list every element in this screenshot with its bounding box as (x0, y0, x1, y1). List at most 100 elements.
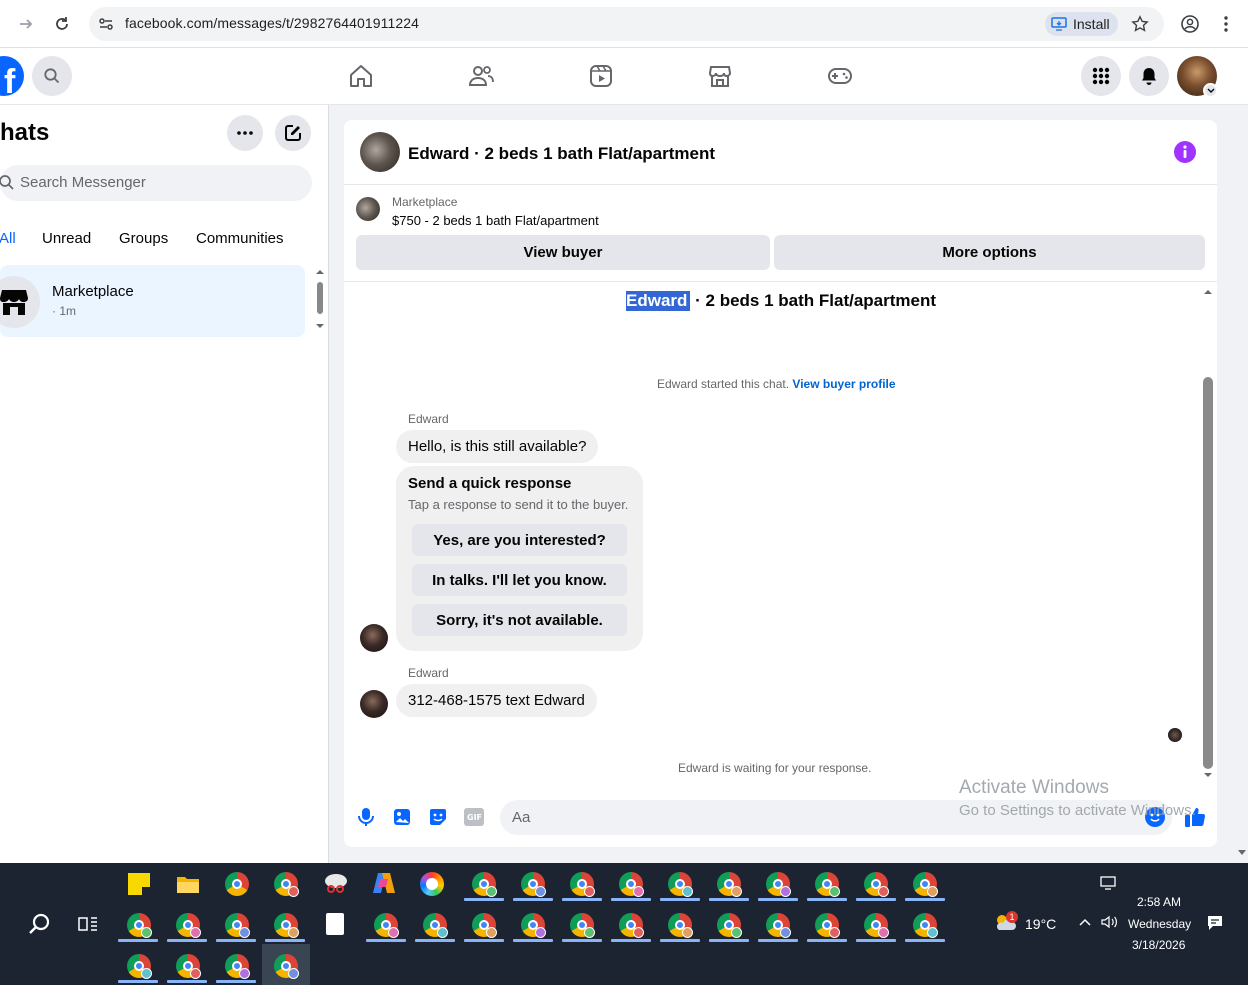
install-app-button[interactable]: Install (1045, 12, 1118, 36)
forward-icon[interactable] (14, 12, 38, 36)
chrome-profile-icon[interactable] (864, 913, 889, 938)
gaming-icon[interactable] (827, 63, 853, 89)
chrome-profile-icon[interactable] (521, 872, 546, 897)
new-message-icon[interactable] (275, 115, 311, 151)
chrome-profile-icon[interactable] (176, 954, 201, 979)
chrome-profile-icon[interactable] (570, 913, 595, 938)
menu-grid-icon[interactable] (1081, 56, 1121, 96)
message-bubble[interactable]: Hello, is this still available? (396, 430, 599, 463)
chrome-profile-icon[interactable] (717, 913, 742, 938)
sticky-notes-icon[interactable] (128, 873, 150, 895)
chevron-down-icon[interactable] (1203, 83, 1218, 98)
notifications-bell-icon[interactable] (1129, 56, 1169, 96)
chevron-up-icon[interactable] (1078, 917, 1092, 927)
sidebar-scrollbar[interactable] (315, 268, 325, 332)
chat-title[interactable]: Edward · 2 beds 1 bath Flat/apartment (408, 144, 715, 164)
notification-center-icon[interactable] (1207, 915, 1223, 931)
page-scroll-down-icon[interactable] (1238, 850, 1246, 856)
chrome-profile-icon[interactable] (521, 913, 546, 938)
home-icon[interactable] (348, 63, 374, 89)
message-sender: Edward (408, 666, 449, 680)
copilot-icon[interactable] (372, 872, 396, 894)
clock-date[interactable]: 3/18/2026 (1132, 938, 1185, 952)
chrome-profile-icon[interactable] (127, 954, 152, 979)
snipping-tool-icon[interactable] (323, 872, 349, 894)
browser-menu-icon[interactable] (1223, 15, 1229, 33)
chrome-profile-icon[interactable] (815, 872, 840, 897)
site-settings-icon[interactable] (97, 15, 115, 33)
chrome-profile-icon[interactable] (274, 872, 299, 897)
divider (344, 281, 1217, 282)
chrome-profile-icon[interactable] (619, 913, 644, 938)
microphone-icon[interactable] (357, 807, 375, 827)
running-indicator (758, 898, 798, 901)
chrome-profile-icon[interactable] (864, 872, 889, 897)
volume-icon[interactable] (1101, 915, 1119, 929)
chrome-profile-icon[interactable] (668, 913, 693, 938)
task-view-icon[interactable] (78, 914, 98, 934)
chrome-profile-icon[interactable] (815, 913, 840, 938)
image-icon[interactable] (393, 807, 411, 827)
clock-time[interactable]: 2:58 AM (1137, 895, 1181, 909)
chrome-profile-icon[interactable] (176, 913, 201, 938)
profile-icon[interactable] (1180, 14, 1200, 34)
chrome-profile-icon[interactable] (717, 872, 742, 897)
chrome-profile-icon[interactable] (472, 913, 497, 938)
listing-title[interactable]: $750 - 2 beds 1 bath Flat/apartment (392, 213, 599, 228)
filter-tab-all[interactable]: All (0, 230, 16, 247)
chrome-profile-icon[interactable] (127, 913, 152, 938)
chrome-profile-icon[interactable] (766, 872, 791, 897)
gif-icon[interactable]: GIF (464, 808, 484, 826)
photos-icon[interactable] (420, 872, 444, 896)
message-bubble[interactable]: 312-468-1575 text Edward (396, 684, 597, 717)
chrome-profile-icon[interactable] (374, 913, 399, 938)
sender-avatar[interactable] (360, 690, 388, 718)
reload-icon[interactable] (50, 12, 74, 36)
running-indicator (611, 898, 651, 901)
search-icon[interactable] (32, 56, 72, 96)
more-options-icon[interactable] (227, 115, 263, 151)
listing-avatar[interactable] (360, 132, 400, 172)
running-indicator (216, 939, 256, 942)
view-buyer-button[interactable]: View buyer (356, 235, 770, 270)
chrome-profile-icon[interactable] (423, 913, 448, 938)
thread-scrollbar[interactable] (1200, 285, 1216, 782)
video-icon[interactable] (588, 63, 614, 89)
bookmark-star-icon[interactable] (1131, 15, 1149, 33)
filter-tab-communities[interactable]: Communities (196, 230, 284, 247)
chrome-profile-icon[interactable] (225, 954, 250, 979)
network-icon[interactable] (1100, 876, 1118, 890)
quick-response-option[interactable]: Sorry, it's not available. (412, 604, 627, 636)
chrome-profile-icon[interactable] (913, 913, 938, 938)
filter-tab-groups[interactable]: Groups (119, 230, 168, 247)
quick-response-option[interactable]: In talks. I'll let you know. (412, 564, 627, 596)
conversation-item[interactable] (0, 265, 305, 337)
chrome-profile-icon[interactable] (274, 913, 299, 938)
sticker-icon[interactable] (428, 807, 448, 827)
filter-tab-unread[interactable]: Unread (42, 230, 91, 247)
chrome-icon[interactable] (225, 872, 249, 896)
read-receipt-avatar (1168, 728, 1182, 742)
chrome-profile-icon[interactable] (472, 872, 497, 897)
file-explorer-icon[interactable] (176, 874, 200, 894)
document-icon[interactable] (326, 913, 344, 935)
url-text[interactable]: facebook.com/messages/t/2982764401911224 (125, 15, 419, 31)
more-options-button[interactable]: More options (774, 235, 1205, 270)
marketplace-icon[interactable] (707, 63, 733, 89)
quick-response-option[interactable]: Yes, are you interested? (412, 524, 627, 556)
chrome-profile-icon[interactable] (668, 872, 693, 897)
search-icon[interactable] (28, 912, 52, 936)
waiting-note: Edward is waiting for your response. (678, 761, 872, 775)
chrome-profile-icon[interactable] (274, 954, 299, 979)
temperature[interactable]: 19°C (1025, 916, 1056, 932)
clock-day[interactable]: Wednesday (1128, 917, 1191, 931)
friends-icon[interactable] (468, 63, 494, 89)
chrome-profile-icon[interactable] (619, 872, 644, 897)
chrome-profile-icon[interactable] (766, 913, 791, 938)
info-icon[interactable] (1174, 141, 1196, 163)
view-buyer-profile-link[interactable]: View buyer profile (792, 377, 895, 391)
sender-avatar[interactable] (360, 624, 388, 652)
chrome-profile-icon[interactable] (913, 872, 938, 897)
chrome-profile-icon[interactable] (570, 872, 595, 897)
chrome-profile-icon[interactable] (225, 913, 250, 938)
